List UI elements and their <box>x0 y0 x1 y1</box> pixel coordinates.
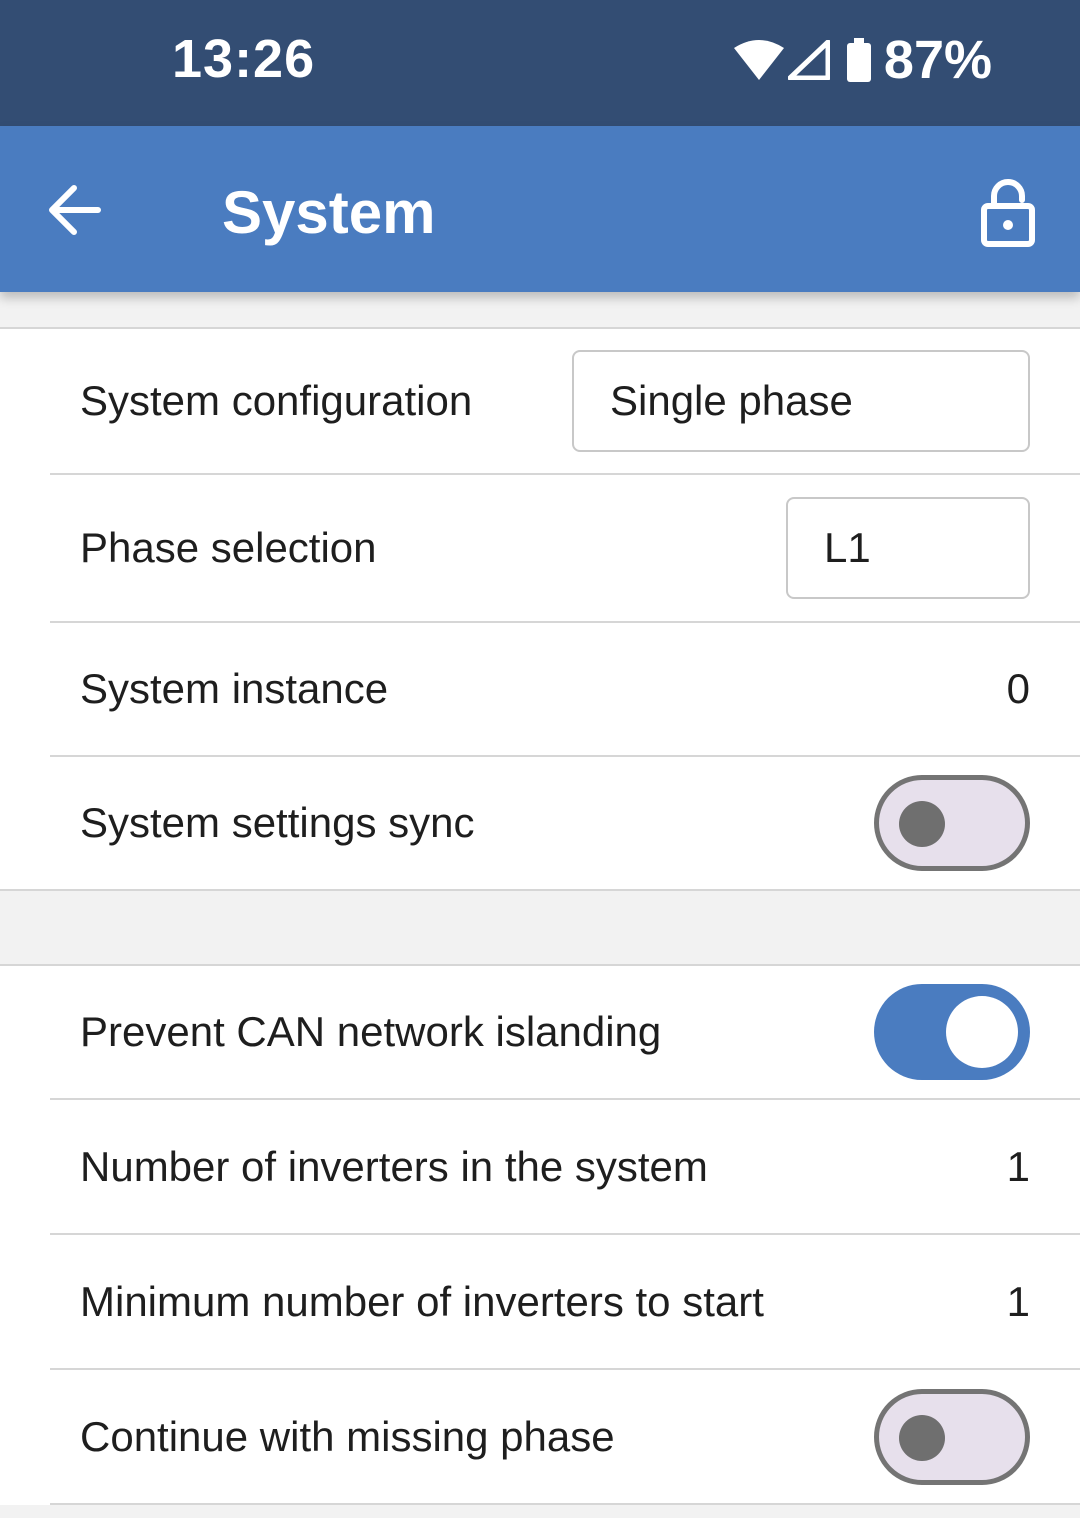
system-settings-sync-label: System settings sync <box>80 799 475 846</box>
wifi-icon <box>733 40 784 80</box>
inverter-settings-section: Prevent CAN network islanding Number of … <box>0 964 1080 1505</box>
missing-phase-row: Continue with missing phase <box>50 1370 1080 1505</box>
system-settings-sync-toggle[interactable] <box>874 775 1030 871</box>
status-time: 13:26 <box>172 29 316 89</box>
system-settings-sync-row: System settings sync <box>50 757 1080 889</box>
toggle-knob <box>946 996 1018 1068</box>
status-icons: 87% <box>733 28 992 92</box>
cellular-signal-icon <box>787 40 830 80</box>
toggle-knob <box>899 1414 945 1461</box>
app-bar: System <box>0 126 1080 292</box>
system-instance-row: System instance 0 <box>50 623 1080 757</box>
prevent-islanding-label: Prevent CAN network islanding <box>80 1008 662 1055</box>
toggle-knob <box>899 801 945 847</box>
system-configuration-label: System configuration <box>80 377 473 424</box>
system-settings-section: System configuration Single phase Phase … <box>0 327 1080 891</box>
arrow-left-icon[interactable] <box>44 182 104 238</box>
num-inverters-label: Number of inverters in the system <box>80 1142 708 1190</box>
missing-phase-toggle[interactable] <box>874 1388 1030 1485</box>
system-instance-value: 0 <box>1006 665 1030 712</box>
min-inverters-value: 1 <box>1006 1277 1030 1325</box>
phase-selection-label: Phase selection <box>80 524 377 571</box>
status-bar: 13:26 87% <box>0 0 1080 126</box>
min-inverters-row: Minimum number of inverters to start 1 <box>50 1235 1080 1370</box>
battery-percent: 87% <box>883 30 992 90</box>
system-configuration-row: System configuration Single phase <box>50 329 1080 475</box>
lock-icon[interactable] <box>980 178 1036 248</box>
battery-icon <box>846 38 871 82</box>
system-configuration-dropdown[interactable]: Single phase <box>572 350 1030 452</box>
prevent-islanding-toggle[interactable] <box>874 984 1030 1080</box>
phase-selection-row: Phase selection L1 <box>50 475 1080 623</box>
prevent-islanding-row: Prevent CAN network islanding <box>50 966 1080 1100</box>
page-title: System <box>222 179 436 246</box>
phase-selection-dropdown[interactable]: L1 <box>786 497 1030 599</box>
missing-phase-label: Continue with missing phase <box>80 1412 615 1460</box>
num-inverters-value: 1 <box>1006 1142 1030 1190</box>
num-inverters-row: Number of inverters in the system 1 <box>50 1100 1080 1235</box>
system-instance-label: System instance <box>80 665 389 712</box>
min-inverters-label: Minimum number of inverters to start <box>80 1277 764 1325</box>
